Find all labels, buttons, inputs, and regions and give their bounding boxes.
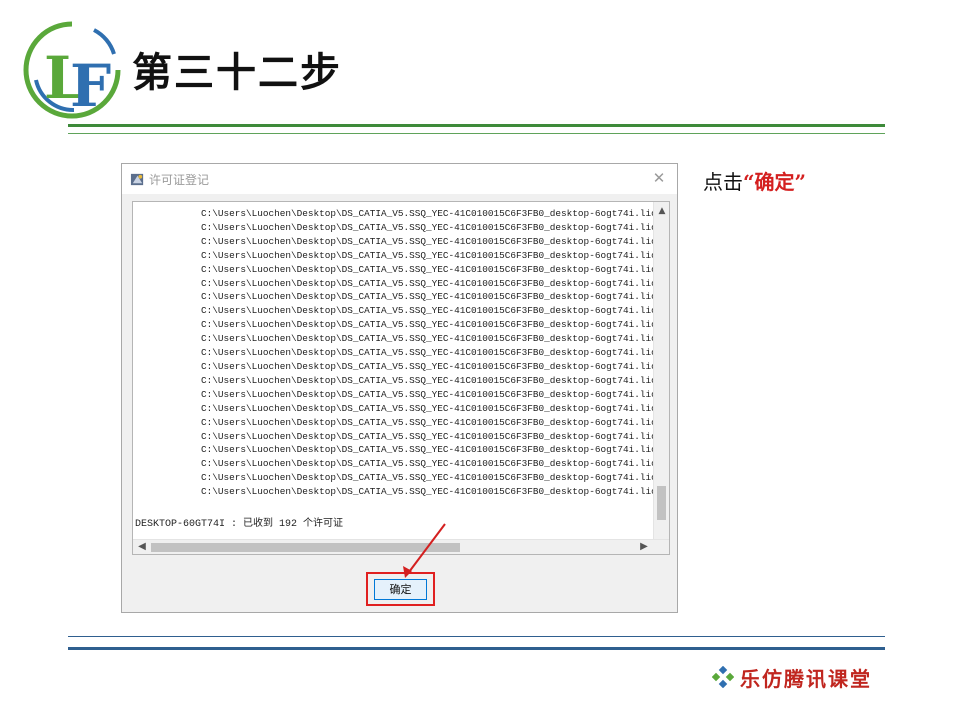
license-path-line: C:\Users\Luochen\Desktop\DS_CATIA_V5.SSQ… <box>201 388 657 400</box>
ok-button[interactable]: 确定 <box>374 579 427 600</box>
license-path-line: C:\Users\Luochen\Desktop\DS_CATIA_V5.SSQ… <box>201 249 657 261</box>
lf-logo: L F <box>23 21 121 120</box>
vertical-scrollbar[interactable]: ▲ <box>653 202 669 539</box>
license-path-line: C:\Users\Luochen\Desktop\DS_CATIA_V5.SSQ… <box>201 486 657 498</box>
scroll-left-icon[interactable]: ◀ <box>135 540 149 554</box>
footer-brand: 乐仿腾讯课堂 <box>712 662 872 692</box>
scroll-up-icon[interactable]: ▲ <box>654 204 669 218</box>
scroll-right-icon[interactable]: ▶ <box>637 540 651 554</box>
slide-title: 第三十二步 <box>132 50 342 96</box>
license-path-line: C:\Users\Luochen\Desktop\DS_CATIA_V5.SSQ… <box>201 221 657 233</box>
instruction-text: 点击“确定” <box>703 166 806 195</box>
license-path-line: C:\Users\Luochen\Desktop\DS_CATIA_V5.SSQ… <box>201 291 657 303</box>
license-path-line: C:\Users\Luochen\Desktop\DS_CATIA_V5.SSQ… <box>201 319 657 331</box>
license-path-list: C:\Users\Luochen\Desktop\DS_CATIA_V5.SSQ… <box>201 207 657 499</box>
license-path-line: C:\Users\Luochen\Desktop\DS_CATIA_V5.SSQ… <box>201 472 657 484</box>
license-path-line: C:\Users\Luochen\Desktop\DS_CATIA_V5.SSQ… <box>201 430 657 442</box>
header-divider-thin <box>68 133 885 134</box>
license-path-line: C:\Users\Luochen\Desktop\DS_CATIA_V5.SSQ… <box>201 374 657 386</box>
logo-letter-f: F <box>70 52 111 120</box>
license-log-textbox[interactable]: C:\Users\Luochen\Desktop\DS_CATIA_V5.SSQ… <box>132 201 670 555</box>
license-icon <box>130 173 144 186</box>
close-icon[interactable]: ✕ <box>649 168 669 188</box>
diamond-cluster-icon <box>712 666 734 688</box>
instruction-prefix: 点击 <box>703 170 743 194</box>
dialog-title: 许可证登记 <box>149 173 210 187</box>
license-path-line: C:\Users\Luochen\Desktop\DS_CATIA_V5.SSQ… <box>201 402 657 414</box>
license-path-line: C:\Users\Luochen\Desktop\DS_CATIA_V5.SSQ… <box>201 416 657 428</box>
horizontal-scrollbar[interactable]: ◀ ▶ <box>133 539 669 554</box>
license-path-line: C:\Users\Luochen\Desktop\DS_CATIA_V5.SSQ… <box>201 263 657 275</box>
license-path-line: C:\Users\Luochen\Desktop\DS_CATIA_V5.SSQ… <box>201 208 657 219</box>
footer-brand-text: 乐仿腾讯课堂 <box>740 666 872 691</box>
instruction-highlight: “确定” <box>743 170 807 194</box>
license-path-line: C:\Users\Luochen\Desktop\DS_CATIA_V5.SSQ… <box>201 347 657 359</box>
dialog-titlebar[interactable]: 许可证登记 ✕ <box>122 164 677 194</box>
vertical-scroll-thumb[interactable] <box>657 486 666 520</box>
license-path-line: C:\Users\Luochen\Desktop\DS_CATIA_V5.SSQ… <box>201 458 657 470</box>
license-path-line: C:\Users\Luochen\Desktop\DS_CATIA_V5.SSQ… <box>201 305 657 317</box>
license-path-line: C:\Users\Luochen\Desktop\DS_CATIA_V5.SSQ… <box>201 333 657 345</box>
license-registration-dialog: 许可证登记 ✕ C:\Users\Luochen\Desktop\DS_CATI… <box>121 163 678 613</box>
license-path-line: C:\Users\Luochen\Desktop\DS_CATIA_V5.SSQ… <box>201 277 657 289</box>
footer-divider <box>68 647 885 650</box>
license-path-line: C:\Users\Luochen\Desktop\DS_CATIA_V5.SSQ… <box>201 444 657 456</box>
header-divider <box>68 124 885 127</box>
footer-divider-thin <box>68 636 885 637</box>
horizontal-scroll-thumb[interactable] <box>151 543 460 552</box>
license-path-line: C:\Users\Luochen\Desktop\DS_CATIA_V5.SSQ… <box>201 360 657 372</box>
license-summary: DESKTOP-60GT74I : 已收到 192 个许可证 <box>135 519 344 530</box>
license-path-line: C:\Users\Luochen\Desktop\DS_CATIA_V5.SSQ… <box>201 235 657 247</box>
